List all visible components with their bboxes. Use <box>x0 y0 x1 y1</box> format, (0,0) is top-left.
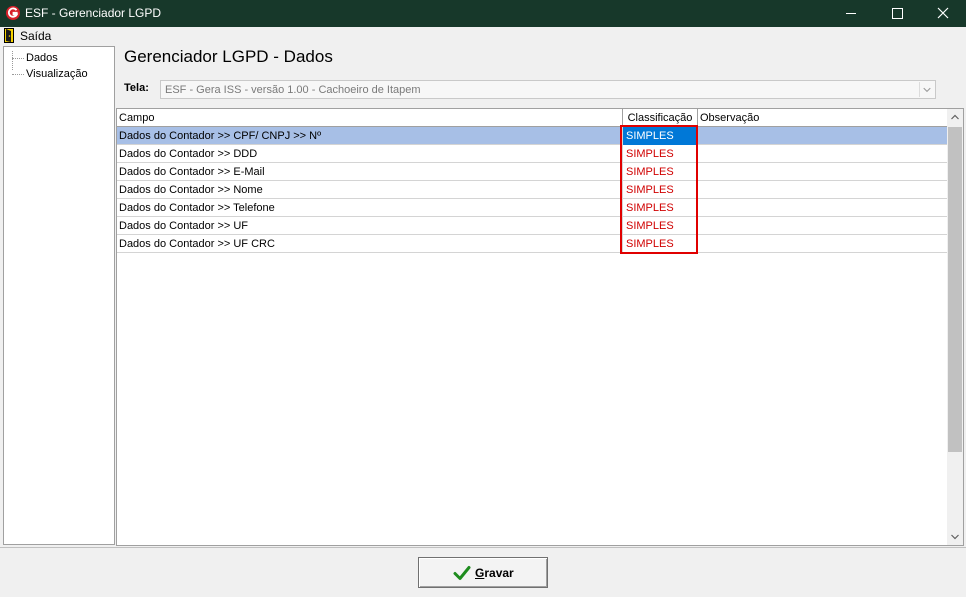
tree-item-visualizacao[interactable]: Visualização <box>4 67 114 82</box>
cell-campo: Dados do Contador >> DDD <box>117 145 623 163</box>
maximize-button[interactable] <box>874 0 920 27</box>
column-header-observacao[interactable]: Observação <box>698 109 947 126</box>
cell-observacao[interactable] <box>698 235 947 253</box>
cell-campo: Dados do Contador >> Telefone <box>117 199 623 217</box>
esf-logo-icon <box>6 6 20 20</box>
table-row[interactable]: Dados do Contador >> CPF/ CNPJ >> Nº SIM… <box>117 127 947 145</box>
cell-observacao[interactable] <box>698 163 947 181</box>
table-row[interactable]: Dados do Contador >> Telefone SIMPLES <box>117 199 947 217</box>
grid-header: Campo Classificação Observação <box>117 109 947 127</box>
menu-item-saida-label: Saída <box>20 29 52 43</box>
tree-item-label: Visualização <box>26 68 88 80</box>
tree-item-label: Dados <box>26 52 58 64</box>
maximize-icon <box>892 8 903 19</box>
table-row[interactable]: Dados do Contador >> UF SIMPLES <box>117 217 947 235</box>
cell-classificacao[interactable]: SIMPLES <box>623 145 698 163</box>
cell-classificacao[interactable]: SIMPLES <box>623 181 698 199</box>
minimize-button[interactable] <box>828 0 874 27</box>
cell-campo: Dados do Contador >> E-Mail <box>117 163 623 181</box>
cell-classificacao[interactable]: SIMPLES <box>623 235 698 253</box>
minimize-icon <box>846 13 856 14</box>
tela-select-value: ESF - Gera ISS - versão 1.00 - Cachoeiro… <box>165 84 421 96</box>
table-row[interactable]: Dados do Contador >> UF CRC SIMPLES <box>117 235 947 253</box>
checkmark-icon <box>453 566 471 580</box>
window-title: ESF - Gerenciador LGPD <box>25 6 162 20</box>
column-header-classificacao[interactable]: Classificação <box>623 109 698 126</box>
cell-observacao[interactable] <box>698 145 947 163</box>
gravar-label-rest: ravar <box>484 566 514 580</box>
chevron-down-icon[interactable] <box>919 82 934 97</box>
cell-classificacao[interactable]: SIMPLES <box>623 127 698 145</box>
data-grid: Campo Classificação Observação Dados do … <box>116 108 964 546</box>
title-bar: ESF - Gerenciador LGPD <box>0 0 966 27</box>
scroll-down-icon[interactable] <box>947 528 963 545</box>
navigation-tree: Dados Visualização <box>3 46 115 545</box>
menu-bar: Saída <box>0 27 966 45</box>
close-icon <box>937 7 949 19</box>
cell-classificacao[interactable]: SIMPLES <box>623 217 698 235</box>
exit-door-icon <box>4 28 14 43</box>
tree-branch-line <box>12 58 24 59</box>
cell-classificacao[interactable]: SIMPLES <box>623 199 698 217</box>
cell-campo: Dados do Contador >> UF <box>117 217 623 235</box>
page-title: Gerenciador LGPD - Dados <box>124 47 333 66</box>
gravar-button[interactable]: Gravar <box>418 557 548 588</box>
gravar-button-label: Gravar <box>475 566 514 580</box>
cell-observacao[interactable] <box>698 199 947 217</box>
tela-select[interactable]: ESF - Gera ISS - versão 1.00 - Cachoeiro… <box>160 80 936 99</box>
tree-branch-line <box>12 74 24 75</box>
cell-campo: Dados do Contador >> Nome <box>117 181 623 199</box>
cell-observacao[interactable] <box>698 217 947 235</box>
gravar-mnemonic: G <box>475 566 485 580</box>
cell-classificacao[interactable]: SIMPLES <box>623 163 698 181</box>
table-row[interactable]: Dados do Contador >> Nome SIMPLES <box>117 181 947 199</box>
tela-label: Tela: <box>124 82 149 94</box>
cell-observacao[interactable] <box>698 181 947 199</box>
scrollbar-thumb[interactable] <box>948 127 962 452</box>
scroll-up-icon[interactable] <box>947 109 963 126</box>
menu-item-saida[interactable]: Saída <box>2 27 54 45</box>
table-row[interactable]: Dados do Contador >> DDD SIMPLES <box>117 145 947 163</box>
close-button[interactable] <box>920 0 966 27</box>
column-header-campo[interactable]: Campo <box>117 109 623 126</box>
vertical-scrollbar[interactable] <box>947 109 963 545</box>
cell-campo: Dados do Contador >> CPF/ CNPJ >> Nº <box>117 127 623 145</box>
table-row[interactable]: Dados do Contador >> E-Mail SIMPLES <box>117 163 947 181</box>
cell-campo: Dados do Contador >> UF CRC <box>117 235 623 253</box>
cell-observacao[interactable] <box>698 127 947 145</box>
tree-item-dados[interactable]: Dados <box>4 51 114 66</box>
